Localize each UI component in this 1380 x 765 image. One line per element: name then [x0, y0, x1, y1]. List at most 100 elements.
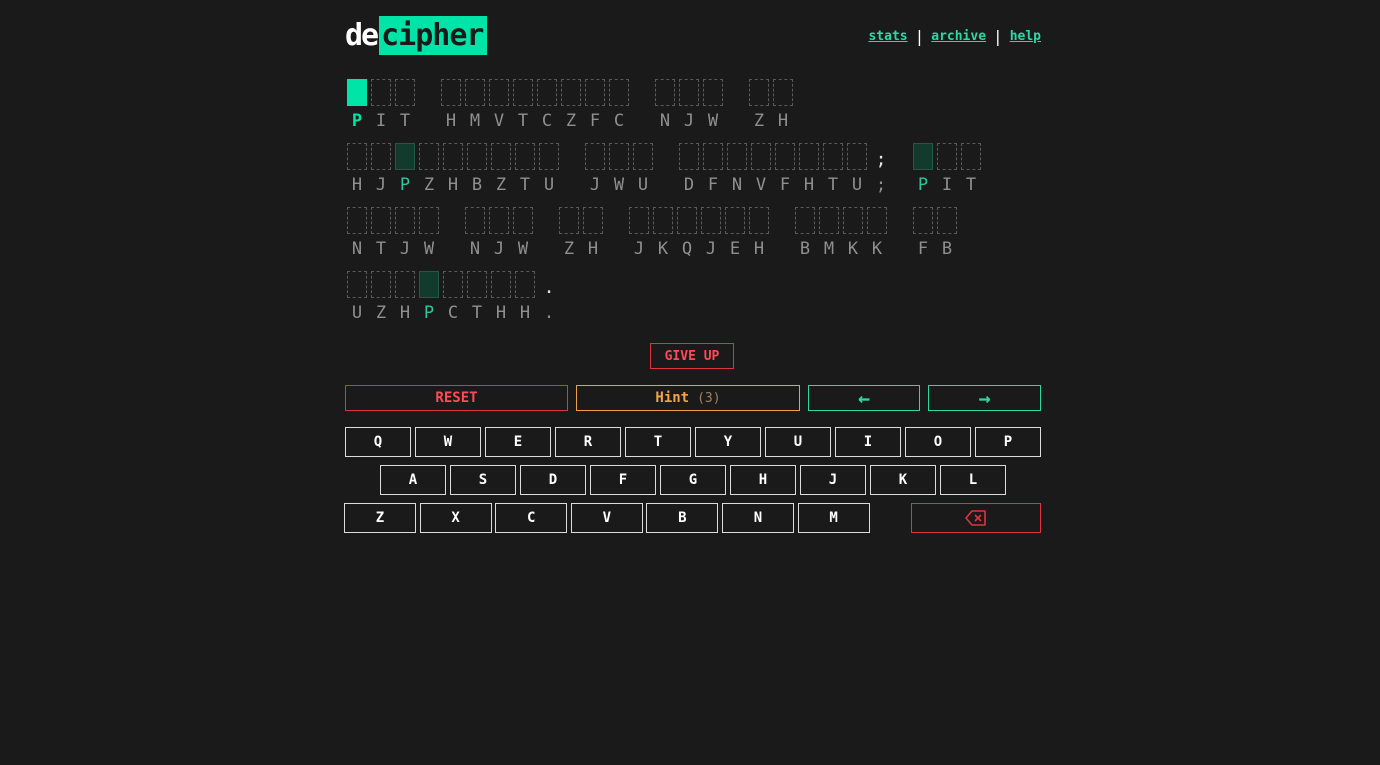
letter-input-box[interactable] [725, 207, 745, 234]
letter-input-box[interactable] [515, 271, 535, 298]
letter-input-box[interactable] [727, 143, 747, 170]
letter-input-box[interactable] [395, 207, 415, 234]
key-k[interactable]: K [870, 465, 936, 495]
letter-input-box[interactable] [347, 271, 367, 298]
reset-button[interactable]: RESET [345, 385, 568, 411]
letter-cell[interactable]: F [911, 207, 935, 263]
letter-input-box[interactable] [819, 207, 839, 234]
letter-cell[interactable]: K [865, 207, 889, 263]
letter-cell[interactable]: I [369, 79, 393, 135]
letter-cell[interactable]: K [841, 207, 865, 263]
letter-cell[interactable]: N [463, 207, 487, 263]
key-b[interactable]: B [646, 503, 719, 533]
letter-input-box[interactable] [371, 143, 391, 170]
key-o[interactable]: O [905, 427, 971, 457]
letter-input-box[interactable] [419, 207, 439, 234]
letter-input-box[interactable] [347, 207, 367, 234]
letter-input-box[interactable] [701, 207, 721, 234]
letter-cell[interactable]: T [393, 79, 417, 135]
key-g[interactable]: G [660, 465, 726, 495]
letter-cell[interactable]: N [653, 79, 677, 135]
letter-input-box[interactable] [443, 143, 463, 170]
letter-input-box[interactable] [823, 143, 843, 170]
letter-input-box[interactable] [465, 79, 485, 106]
letter-input-box[interactable] [961, 143, 981, 170]
letter-input-box[interactable] [937, 207, 957, 234]
key-l[interactable]: L [940, 465, 1006, 495]
letter-cell[interactable]: J [627, 207, 651, 263]
letter-input-box[interactable] [441, 79, 461, 106]
letter-cell[interactable]: C [441, 271, 465, 327]
letter-input-box[interactable] [633, 143, 653, 170]
letter-cell[interactable]: C [607, 79, 631, 135]
letter-cell[interactable]: J [487, 207, 511, 263]
letter-cell[interactable]: H [441, 143, 465, 199]
key-f[interactable]: F [590, 465, 656, 495]
letter-input-box[interactable] [537, 79, 557, 106]
stats-link[interactable]: stats [868, 29, 907, 44]
letter-input-box[interactable] [395, 79, 415, 106]
letter-input-box[interactable] [489, 79, 509, 106]
letter-cell[interactable]: T [959, 143, 983, 199]
archive-link[interactable]: archive [931, 29, 986, 44]
letter-cell[interactable]: M [817, 207, 841, 263]
letter-input-box[interactable] [371, 207, 391, 234]
letter-cell[interactable]: Q [675, 207, 699, 263]
key-w[interactable]: W [415, 427, 481, 457]
letter-cell[interactable]: H [439, 79, 463, 135]
key-h[interactable]: H [730, 465, 796, 495]
letter-cell[interactable]: E [723, 207, 747, 263]
letter-input-box[interactable] [867, 207, 887, 234]
letter-cell[interactable]: T [511, 79, 535, 135]
letter-input-box[interactable] [395, 271, 415, 298]
key-y[interactable]: Y [695, 427, 761, 457]
letter-cell[interactable]: F [701, 143, 725, 199]
letter-cell[interactable]: U [631, 143, 655, 199]
letter-cell[interactable]: F [583, 79, 607, 135]
letter-cell[interactable]: T [513, 143, 537, 199]
key-q[interactable]: Q [345, 427, 411, 457]
letter-input-box[interactable] [799, 143, 819, 170]
key-e[interactable]: E [485, 427, 551, 457]
letter-cell[interactable]: Z [747, 79, 771, 135]
letter-cell[interactable]: U [537, 143, 561, 199]
letter-input-box[interactable] [609, 143, 629, 170]
letter-input-box[interactable] [583, 207, 603, 234]
letter-input-box[interactable] [467, 143, 487, 170]
letter-cell[interactable]: W [417, 207, 441, 263]
hint-button[interactable]: Hint (3) [576, 385, 800, 411]
key-j[interactable]: J [800, 465, 866, 495]
letter-input-box[interactable] [653, 207, 673, 234]
key-i[interactable]: I [835, 427, 901, 457]
letter-input-box[interactable] [371, 271, 391, 298]
letter-input-box[interactable] [679, 79, 699, 106]
letter-cell[interactable]: H [489, 271, 513, 327]
key-n[interactable]: N [722, 503, 794, 533]
letter-cell[interactable]: U [345, 271, 369, 327]
previous-button[interactable]: ← [808, 385, 920, 411]
letter-input-box[interactable] [629, 207, 649, 234]
letter-cell[interactable]: J [583, 143, 607, 199]
letter-cell[interactable]: V [487, 79, 511, 135]
backspace-key[interactable] [911, 503, 1041, 533]
letter-input-box[interactable] [515, 143, 535, 170]
key-u[interactable]: U [765, 427, 831, 457]
letter-cell[interactable]: I [935, 143, 959, 199]
letter-input-box[interactable] [937, 143, 957, 170]
letter-input-box[interactable] [443, 271, 463, 298]
key-a[interactable]: A [380, 465, 446, 495]
letter-input-box[interactable] [371, 79, 391, 106]
letter-cell[interactable]: C [535, 79, 559, 135]
letter-cell[interactable]: Z [417, 143, 441, 199]
next-button[interactable]: → [928, 385, 1041, 411]
letter-cell[interactable]: T [369, 207, 393, 263]
key-d[interactable]: D [520, 465, 586, 495]
letter-input-box[interactable] [751, 143, 771, 170]
letter-cell[interactable]: D [677, 143, 701, 199]
letter-input-box[interactable] [347, 143, 367, 170]
letter-cell[interactable]: U [845, 143, 869, 199]
letter-input-box[interactable] [585, 79, 605, 106]
letter-input-box[interactable] [655, 79, 675, 106]
letter-cell[interactable]: W [607, 143, 631, 199]
letter-input-box[interactable] [513, 79, 533, 106]
